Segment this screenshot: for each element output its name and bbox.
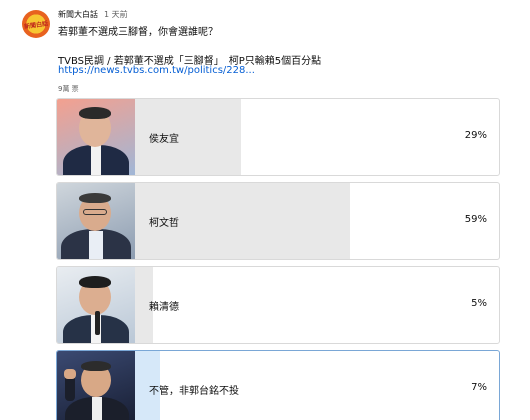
poll-option-3[interactable]: 賴清德 5% [56, 266, 500, 344]
poll-option-2[interactable]: 柯文哲 59% [56, 182, 500, 260]
portrait-man-microphone-icon [57, 267, 135, 343]
channel-name[interactable]: 新聞大白話 [58, 9, 98, 20]
option-label: 不管，非郭台銘不投 [149, 386, 239, 397]
option-percent: 7% [471, 382, 487, 393]
portrait-man-glasses-icon [57, 183, 135, 259]
channel-logo-icon: 新聞白話 [23, 19, 49, 31]
community-post: 新聞白話 新聞大白話 1 天前 若郭董不選成三腳督，你會選誰呢？ TVBS民調 … [0, 0, 530, 420]
option-label: 賴清德 [149, 302, 179, 313]
portrait-man-raised-fist-icon [57, 351, 135, 420]
option-label: 柯文哲 [149, 218, 179, 229]
news-link[interactable]: https://news.tvbs.com.tw/politics/228... [58, 65, 255, 76]
portrait-man-suit-icon [57, 99, 135, 175]
poll-option-4[interactable]: 不管，非郭台銘不投 7% [56, 350, 500, 420]
option-percent: 5% [471, 298, 487, 309]
vote-count: 9萬 票 [58, 85, 79, 93]
channel-avatar[interactable]: 新聞白話 [22, 10, 50, 38]
poll-question: 若郭董不選成三腳督，你會選誰呢？ [58, 27, 218, 38]
option-percent: 59% [464, 214, 487, 225]
post-time[interactable]: 1 天前 [104, 9, 128, 20]
option-percent: 29% [464, 130, 487, 141]
poll-option-1[interactable]: 侯友宜 29% [56, 98, 500, 176]
option-label: 侯友宜 [149, 134, 179, 145]
post-header: 新聞大白話 1 天前 [58, 9, 128, 20]
